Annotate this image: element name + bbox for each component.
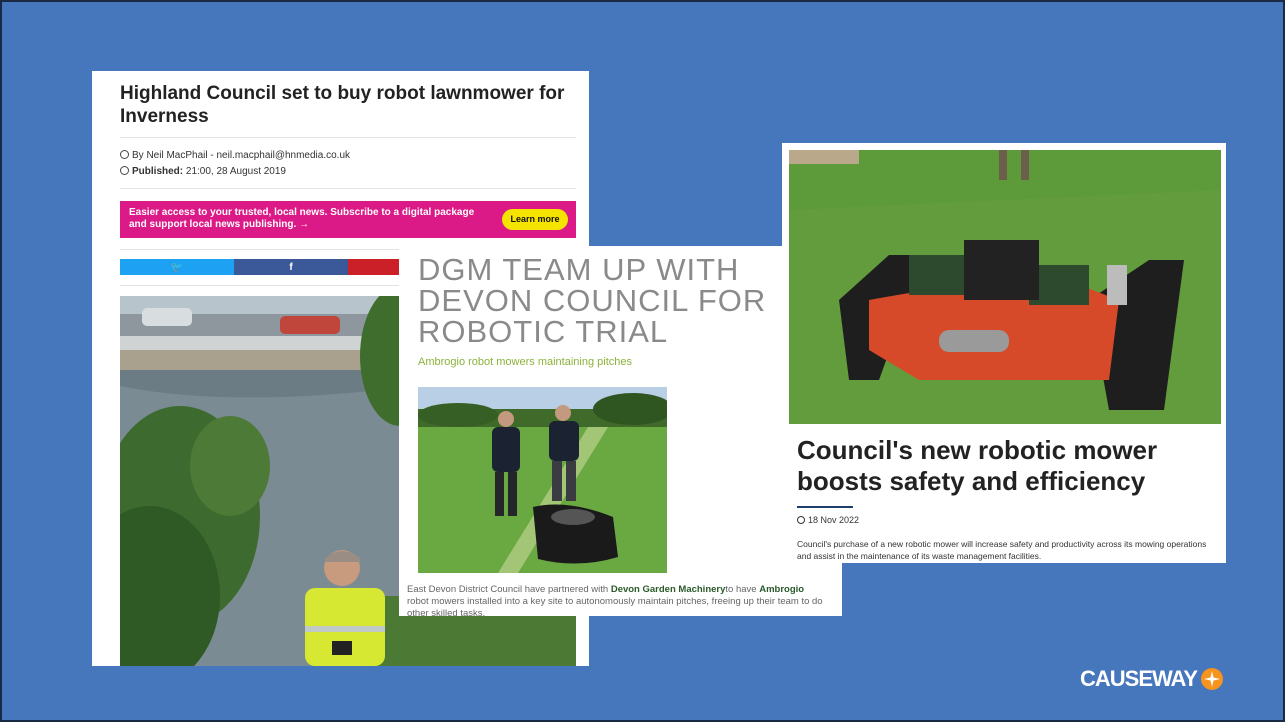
article-headline: DGM TEAM UP WITH DEVON COUNCIL FOR ROBOT… bbox=[418, 252, 767, 349]
twitter-share-button[interactable]: 🐦 bbox=[120, 259, 234, 275]
divider bbox=[120, 188, 576, 189]
body-text: robot mowers installed into a key site t… bbox=[407, 596, 823, 616]
ambrogio-link[interactable]: Ambrogio bbox=[759, 584, 804, 595]
learn-more-button[interactable]: Learn more bbox=[502, 209, 568, 230]
published-value: 21:00, 28 August 2019 bbox=[185, 166, 286, 177]
article-photo-tracked-robot-mower bbox=[789, 150, 1221, 424]
subscribe-promo-banner[interactable]: Easier access to your trusted, local new… bbox=[120, 201, 576, 238]
article-headline: Council's new robotic mower boosts safet… bbox=[797, 435, 1158, 496]
clock-icon bbox=[120, 166, 129, 175]
article-description: Council's purchase of a new robotic mowe… bbox=[797, 539, 1207, 561]
article-photo-two-men-robot-mower bbox=[418, 387, 667, 573]
twitter-icon: 🐦 bbox=[170, 261, 184, 273]
article-body: East Devon District Council have partner… bbox=[407, 584, 827, 616]
body-text: East Devon District Council have partner… bbox=[407, 584, 611, 595]
article-byline: By Neil MacPhail - neil.macphail@hnmedia… bbox=[120, 150, 350, 161]
causeway-logo: CAUSEWAY bbox=[1080, 666, 1224, 692]
article-date: 18 Nov 2022 bbox=[797, 515, 859, 525]
clock-icon bbox=[797, 516, 805, 524]
user-icon bbox=[120, 150, 129, 159]
promo-text: Easier access to your trusted, local new… bbox=[129, 207, 475, 230]
article-headline: Highland Council set to buy robot lawnmo… bbox=[120, 83, 565, 127]
starburst-icon bbox=[1201, 668, 1224, 690]
dgm-article-card: DGM TEAM UP WITH DEVON COUNCIL FOR ROBOT… bbox=[399, 246, 842, 616]
robotic-mower-article-card: Council's new robotic mower boosts safet… bbox=[782, 143, 1226, 563]
date-text: 18 Nov 2022 bbox=[808, 515, 860, 525]
divider bbox=[120, 137, 576, 138]
headline-underline bbox=[797, 506, 853, 508]
presentation-slide: Highland Council set to buy robot lawnmo… bbox=[0, 0, 1285, 722]
article-published: Published: 21:00, 28 August 2019 bbox=[120, 166, 286, 177]
facebook-icon: f bbox=[289, 261, 293, 273]
facebook-share-button[interactable]: f bbox=[234, 259, 348, 275]
body-text: to have bbox=[725, 584, 760, 595]
byline-text: By Neil MacPhail - neil.macphail@hnmedia… bbox=[132, 150, 351, 161]
article-subheading: Ambrogio robot mowers maintaining pitche… bbox=[418, 356, 632, 368]
published-label: Published: bbox=[132, 166, 184, 177]
logo-wordmark: CAUSEWAY bbox=[1080, 666, 1198, 691]
devon-garden-machinery-link[interactable]: Devon Garden Machinery bbox=[611, 584, 726, 595]
